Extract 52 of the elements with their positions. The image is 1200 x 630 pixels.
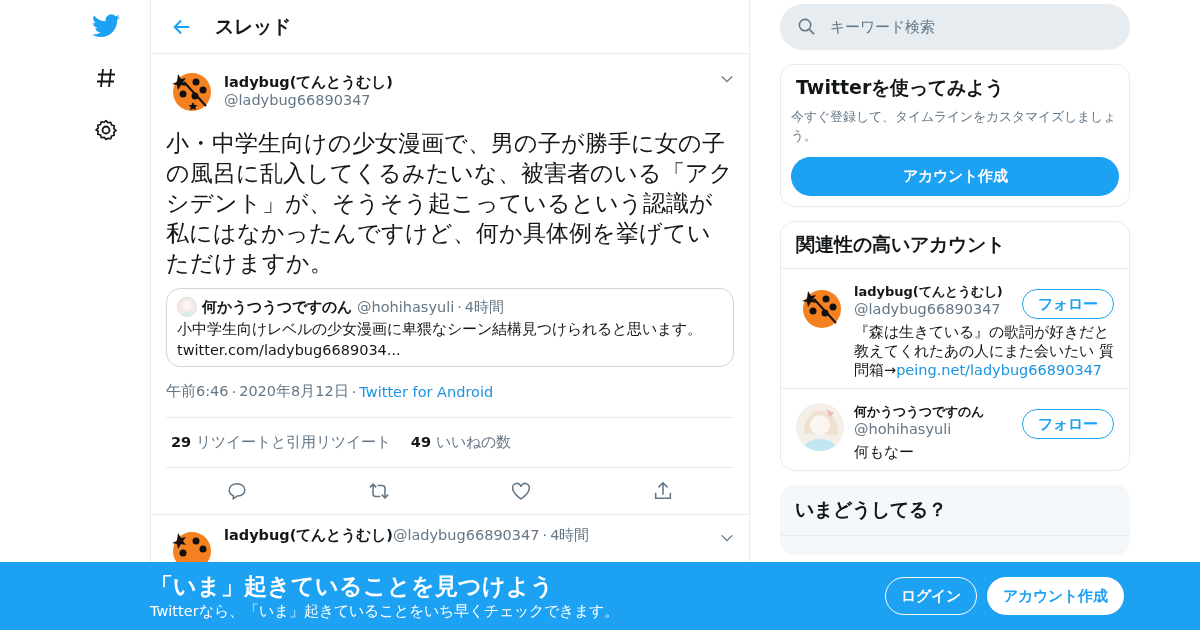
follow-button[interactable]: フォロー xyxy=(1022,289,1114,319)
quoted-text: 小中学生向けレベルの少女漫画に卑猥なシーン結構見つけられると思います。 xyxy=(177,320,703,339)
chevron-down-icon[interactable] xyxy=(720,533,734,543)
tweet-time: 午前6:46 xyxy=(166,382,229,401)
quoted-handle: @hohihasyuli xyxy=(357,299,455,315)
account-name[interactable]: 何かうつうつですのん xyxy=(854,403,1022,421)
search-field[interactable]: キーワード検索 xyxy=(780,4,1130,50)
stat-link[interactable]: 29 リツイートと引用リツイート xyxy=(171,433,391,452)
banner-title: 「いま」起きていることを見つけよう xyxy=(150,572,555,601)
retweet-icon[interactable] xyxy=(368,480,390,502)
quoted-link: twitter.com/ladybug6689034... xyxy=(177,342,402,358)
tweet-date: 2020年8月12日 xyxy=(239,382,349,401)
dot-separator: · xyxy=(231,383,237,400)
banner-text: Twitterなら、「いま」起きていることをいち早くチェックできます。 xyxy=(150,602,620,621)
reply-author-handle[interactable]: @ladybug66890347 xyxy=(392,527,540,543)
bio-link[interactable]: peing.net/ladybug66890347 xyxy=(896,362,1103,378)
settings-icon[interactable] xyxy=(94,118,118,142)
create-account-button[interactable]: アカウント作成 xyxy=(987,577,1124,615)
card-title: 関連性の高いアカウント xyxy=(781,222,1129,269)
follow-button[interactable]: フォロー xyxy=(1022,409,1114,439)
stat-link[interactable]: 49 いいねの数 xyxy=(410,433,511,452)
dot-separator: · xyxy=(351,383,357,400)
dot-separator: · xyxy=(542,527,548,543)
quoted-name: 何かうつうつですのん xyxy=(202,297,352,317)
page-title: スレッド xyxy=(215,13,291,39)
reply-author-name[interactable]: ladybug(てんとうむし) xyxy=(224,527,393,543)
author-name[interactable]: ladybug(てんとうむし) xyxy=(224,72,710,92)
account-bio: 『森は生きている』の歌詞が好きだと教えてくれたあの人にまた会いたい 質問箱→peing.net/ladybug66890347 xyxy=(854,323,1114,380)
account-bio: 何もなー xyxy=(854,443,915,462)
quoted-time: 4時間 xyxy=(464,297,505,317)
chevron-down-icon[interactable] xyxy=(720,74,734,84)
create-account-button[interactable]: アカウント作成 xyxy=(791,157,1119,196)
dot-separator: · xyxy=(457,299,462,315)
source-link[interactable]: Twitter for Android xyxy=(359,383,494,400)
reply-time: 4時間 xyxy=(550,527,590,543)
account-name[interactable]: ladybug(てんとうむし) xyxy=(854,283,1022,301)
tweet-text: 小・中学生向けの少女漫画で、男の子が勝手に女の子の風呂に乱入してくるみたいな、被害者のいる「アクシデント」が、そうそう起こっているという認識が私にはなかったんですけど、何か具体例を挙げていただけますか。 xyxy=(166,129,734,278)
share-icon[interactable] xyxy=(652,480,674,502)
card-title: いまどうしてる？ xyxy=(780,485,1130,536)
card-title: Twitterを使ってみよう xyxy=(795,75,1006,100)
hashtag-icon[interactable] xyxy=(94,66,118,90)
account-handle[interactable]: @hohihasyuli xyxy=(854,421,1022,437)
search-icon xyxy=(797,17,816,36)
heart-icon[interactable] xyxy=(510,480,532,502)
account-handle[interactable]: @ladybug66890347 xyxy=(854,301,1022,317)
quoted-tweet[interactable]: 何かうつうつですのん @hohihasyuli · 4時間 小中学生向けレベルの少女漫画に卑猥なシーン結構見つけられると思います。 twitter.com/ladybug6689034... xyxy=(166,288,734,367)
reply-icon[interactable] xyxy=(226,480,248,502)
author-handle[interactable]: @ladybug66890347 xyxy=(224,91,710,108)
login-button[interactable]: ログイン xyxy=(885,577,977,615)
card-text: 今すぐ登録して、タイムラインをカスタマイズしましょう。 xyxy=(791,108,1117,145)
avatar-icon xyxy=(177,297,197,317)
bird-logo-icon[interactable] xyxy=(92,14,120,38)
